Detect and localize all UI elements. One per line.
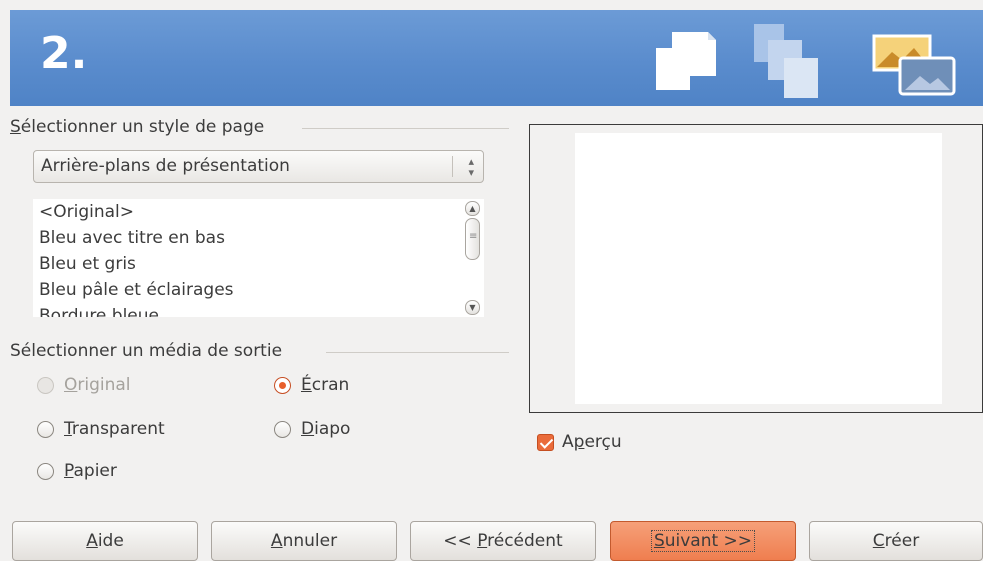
output-medium-divider: [326, 352, 509, 353]
list-item[interactable]: Bordure bleue: [39, 306, 159, 317]
radio-transparent[interactable]: Transparent: [37, 419, 165, 439]
list-item[interactable]: <Original>: [39, 202, 134, 222]
preview-page: [575, 133, 942, 404]
page-style-category-value: Arrière-plans de présentation: [41, 156, 290, 176]
preview-frame: [529, 124, 983, 413]
radio-slide[interactable]: Diapo: [274, 419, 350, 439]
radio-slide-label: Diapo: [301, 419, 351, 439]
radio-screen-circle[interactable]: [274, 376, 291, 394]
step-number: 2.: [40, 28, 88, 79]
radio-paper-label: Papier: [64, 461, 117, 481]
radio-slide-circle[interactable]: [274, 420, 291, 438]
previous-button[interactable]: << Précédent: [410, 521, 596, 561]
scroll-up-icon[interactable]: ▲: [465, 201, 480, 216]
spin-arrows-icon: ▴ ▾: [468, 155, 474, 179]
page-style-category-select[interactable]: Arrière-plans de présentation ▴ ▾: [33, 150, 484, 183]
radio-screen[interactable]: Écran: [274, 375, 349, 395]
radio-transparent-circle[interactable]: [37, 420, 54, 438]
combo-separator: [452, 156, 453, 177]
page-stack-icon: [754, 24, 818, 98]
page-style-list[interactable]: <Original> Bleu avec titre en bas Bleu e…: [33, 199, 484, 317]
next-button[interactable]: Suivant >>: [610, 521, 796, 561]
page-style-divider: [302, 128, 509, 129]
page-single-icon: [656, 32, 716, 90]
wizard-header: 2.: [10, 10, 983, 106]
list-item[interactable]: Bleu avec titre en bas: [39, 228, 225, 248]
list-item[interactable]: Bleu pâle et éclairages: [39, 280, 234, 300]
output-medium-section-label: Sélectionner un média de sortie: [10, 341, 283, 361]
preview-checkbox-row[interactable]: Aperçu: [537, 432, 622, 452]
image-photo-icon: [872, 34, 956, 96]
scroll-down-icon[interactable]: ▼: [465, 300, 480, 315]
list-scrollbar[interactable]: ▲ ▼: [465, 201, 482, 317]
radio-screen-label: Écran: [301, 375, 350, 395]
radio-original[interactable]: Original: [37, 375, 131, 395]
preview-checkbox[interactable]: [537, 433, 554, 451]
radio-original-circle[interactable]: [37, 376, 54, 394]
focus-ring: Suivant >>: [650, 530, 756, 552]
scroll-thumb[interactable]: [465, 218, 480, 260]
create-button[interactable]: Créer: [809, 521, 983, 561]
radio-original-label: Original: [64, 375, 131, 395]
preview-checkbox-label: Aperçu: [562, 432, 622, 452]
cancel-button[interactable]: Annuler: [211, 521, 397, 561]
radio-paper-circle[interactable]: [37, 462, 54, 480]
radio-paper[interactable]: Papier: [37, 461, 117, 481]
list-item[interactable]: Bleu et gris: [39, 254, 136, 274]
top-strip: [0, 0, 983, 10]
page-style-section-label: Sélectionner un style de page: [10, 117, 265, 137]
help-button[interactable]: Aide: [12, 521, 198, 561]
radio-transparent-label: Transparent: [64, 419, 165, 439]
